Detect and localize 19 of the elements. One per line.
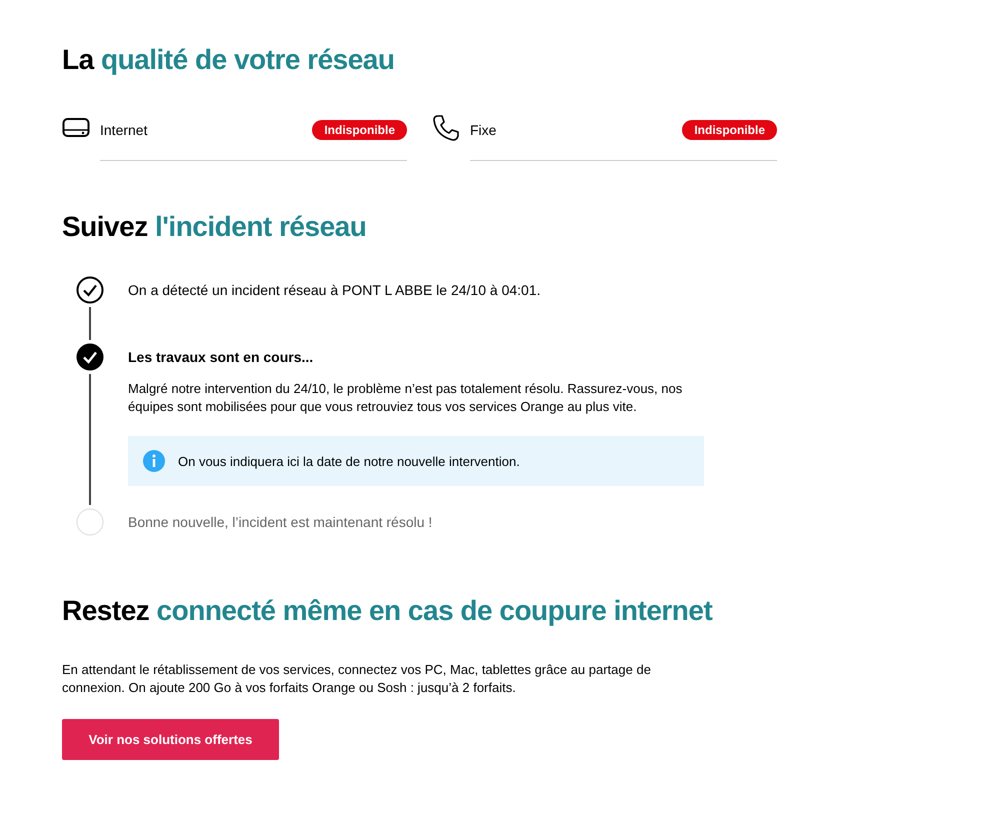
step-title: Les travaux sont en cours... (128, 348, 314, 366)
section-title: Suivez l'incident réseau (62, 210, 368, 244)
description-text: En attendant le rétablissement de vos services, connectez vos PC, Mac, tablettes grâce au partage de connexion. On ajoute 200 Go à vos forfaits Orange ou Sosh : jusqu’à 2 forfaits. (62, 661, 652, 697)
status-badge: Indisponible (312, 120, 407, 140)
status-badge: Indisponible (682, 120, 777, 140)
section-title: Restez connecté même en cas de coupure internet (62, 594, 714, 628)
info-icon (143, 450, 165, 472)
info-text: On vous indiquera ici la date de notre nouvelle intervention. (178, 454, 520, 468)
service-label: Fixe (470, 122, 496, 138)
step-title: Bonne nouvelle, l’incident est maintenant résolu ! (128, 513, 434, 531)
service-label: Internet (100, 122, 148, 138)
step-text: Malgré notre intervention du 24/10, le problème n’est pas totalement résolu. Rassurez-vous, nos équipes sont mobilisées pour que vous retrouviez tous vos services Orange au plus vite. (128, 380, 684, 416)
phone-icon (432, 114, 460, 142)
solutions-button[interactable]: Voir nos solutions offertes (62, 719, 279, 760)
step-title: On a détecté un incident réseau à PONT L ABBE le 24/10 à 04:01. (128, 281, 542, 299)
check-circle-icon (76, 276, 104, 304)
section-title: La qualité de votre réseau (62, 43, 396, 77)
check-circle-icon (76, 343, 104, 371)
empty-circle-icon (76, 508, 104, 536)
